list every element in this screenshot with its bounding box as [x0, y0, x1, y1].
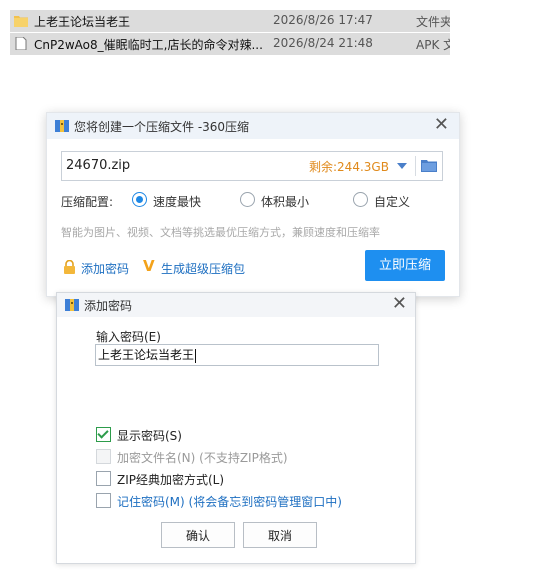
compress-dialog-title: 您将创建一个压缩文件 -360压缩	[74, 120, 250, 134]
radio-button[interactable]	[132, 192, 147, 207]
option-label: 自定义	[374, 195, 411, 209]
password-input-label: 输入密码(E)	[96, 330, 161, 344]
cancel-button[interactable]: 取消	[243, 522, 317, 548]
add-password-label[interactable]: 添加密码	[81, 260, 129, 277]
close-icon[interactable]: ✕	[434, 116, 449, 134]
radio-button[interactable]	[240, 192, 255, 207]
file-icon	[15, 37, 27, 50]
file-row[interactable]: 上老王论坛当老王 2026/8/26 17:47 文件夹	[10, 10, 450, 32]
archive-icon	[55, 120, 69, 132]
lock-icon	[64, 260, 75, 274]
checkbox-label: 显示密码(S)	[117, 429, 182, 443]
password-input[interactable]: 上老王论坛当老王	[95, 344, 379, 366]
checkbox-label: ZIP经典加密方式(L)	[117, 473, 225, 487]
compress-dialog-titlebar[interactable]: 您将创建一个压缩文件 -360压缩 ✕	[47, 113, 459, 139]
window-edge	[450, 0, 535, 571]
file-date: 2026/8/24 21:48	[273, 36, 373, 50]
file-type: APK 文	[416, 38, 450, 52]
folder-browse-icon[interactable]	[421, 159, 437, 172]
password-value: 上老王论坛当老王	[98, 348, 195, 362]
option-label: 体积最小	[261, 195, 310, 209]
compress-config-label: 压缩配置:	[61, 195, 114, 209]
add-password-dialog: 添加密码 ✕ 输入密码(E) 上老王论坛当老王 显示密码(S) 加密文件名(N)…	[56, 292, 416, 564]
archive-icon	[65, 299, 79, 311]
free-space-label: 剩余:244.3GB	[309, 160, 389, 174]
divider	[415, 156, 416, 176]
radio-button[interactable]	[353, 192, 368, 207]
checkbox-box	[96, 449, 111, 464]
close-icon[interactable]: ✕	[392, 295, 407, 313]
checkbox-label: 记住密码(M) (将会备忘到密码管理窗口中)	[117, 495, 342, 509]
archive-filename[interactable]: 24670.zip	[66, 158, 130, 173]
checkbox-label: 加密文件名(N) (不支持ZIP格式)	[117, 451, 288, 465]
checkbox-box[interactable]	[96, 471, 111, 486]
text-caret	[195, 348, 197, 363]
compress-hint: 智能为图片、视频、文档等挑选最优压缩方式，兼顾速度和压缩率	[61, 226, 380, 239]
password-dialog-titlebar[interactable]: 添加密码 ✕	[57, 293, 415, 317]
folder-icon	[14, 16, 28, 27]
v-badge-icon: V	[143, 257, 155, 275]
file-name: CnP2wAo8_催眠临时工,店长的命令对辣...	[34, 38, 263, 52]
password-dialog-title: 添加密码	[84, 299, 133, 313]
option-label: 速度最快	[153, 195, 202, 209]
ok-button[interactable]: 确认	[161, 522, 235, 548]
file-name: 上老王论坛当老王	[34, 15, 131, 29]
archive-path-field[interactable]: 24670.zip 剩余:244.3GB	[61, 151, 443, 181]
super-pack-label[interactable]: 生成超级压缩包	[161, 260, 245, 277]
file-row[interactable]: CnP2wAo8_催眠临时工,店长的命令对辣... 2026/8/24 21:4…	[10, 33, 450, 55]
checkbox-box[interactable]	[96, 493, 111, 508]
file-date: 2026/8/26 17:47	[273, 13, 373, 27]
chevron-down-icon[interactable]	[397, 163, 407, 169]
compress-now-button[interactable]: 立即压缩	[365, 250, 445, 281]
compress-dialog: 您将创建一个压缩文件 -360压缩 ✕ 24670.zip 剩余:244.3GB…	[46, 112, 460, 297]
checkbox-box[interactable]	[96, 427, 111, 442]
file-type: 文件夹	[416, 15, 450, 29]
